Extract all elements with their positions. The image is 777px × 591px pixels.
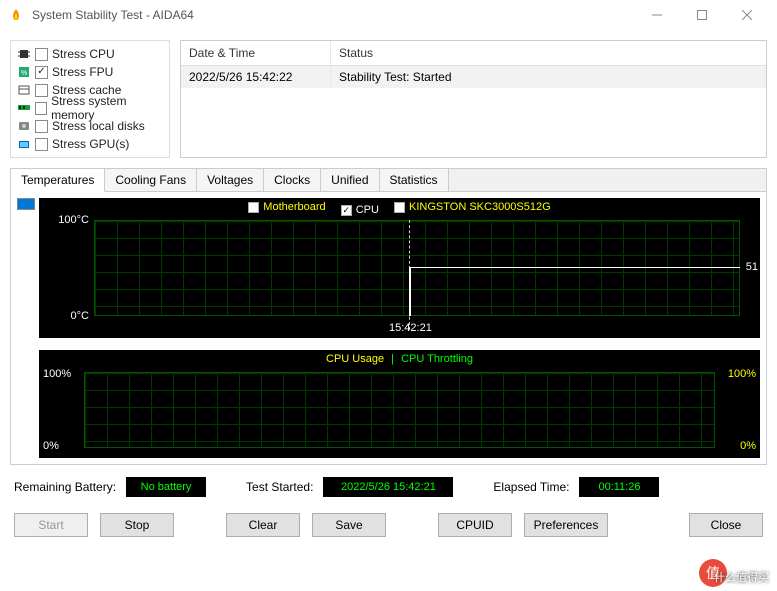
temp-ymin: 0°C bbox=[44, 310, 89, 322]
legend-cpu[interactable]: CPU bbox=[341, 204, 379, 216]
tab-statistics[interactable]: Statistics bbox=[380, 169, 449, 191]
temperature-graph: Motherboard CPU KINGSTON SKC3000S512G 10… bbox=[39, 198, 760, 338]
close-button-action[interactable]: Close bbox=[689, 513, 763, 537]
svg-text:%: % bbox=[21, 70, 27, 77]
battery-label: Remaining Battery: bbox=[14, 480, 116, 494]
usage-grid bbox=[84, 372, 715, 448]
usage-ymin-left: 0% bbox=[43, 440, 59, 452]
log-row[interactable]: 2022/5/26 15:42:22 Stability Test: Start… bbox=[181, 66, 766, 88]
temp-xmark: 15:42:21 bbox=[389, 322, 432, 334]
stress-gpu-option[interactable]: Stress GPU(s) bbox=[17, 135, 163, 153]
stress-disks-option[interactable]: Stress local disks bbox=[17, 117, 163, 135]
legend-ssd[interactable]: KINGSTON SKC3000S512G bbox=[394, 201, 551, 213]
log-cell-status: Stability Test: Started bbox=[331, 66, 766, 88]
maximize-button[interactable] bbox=[679, 0, 724, 30]
log-cell-date: 2022/5/26 15:42:22 bbox=[181, 66, 331, 88]
throttle-ymin-right: 0% bbox=[740, 440, 756, 452]
save-button[interactable]: Save bbox=[312, 513, 386, 537]
stress-cpu-option[interactable]: Stress CPU bbox=[17, 45, 163, 63]
stress-disks-label: Stress local disks bbox=[52, 119, 145, 133]
close-button[interactable] bbox=[724, 0, 769, 30]
sensor-selector bbox=[17, 198, 35, 458]
started-value: 2022/5/26 15:42:21 bbox=[323, 477, 453, 497]
graph-tabs-container: Temperatures Cooling Fans Voltages Clock… bbox=[10, 168, 767, 465]
minimize-button[interactable] bbox=[634, 0, 679, 30]
tab-voltages[interactable]: Voltages bbox=[197, 169, 264, 191]
stress-memory-checkbox[interactable] bbox=[35, 102, 47, 115]
event-log-table: Date & Time Status 2022/5/26 15:42:22 St… bbox=[180, 40, 767, 158]
stress-memory-option[interactable]: Stress system memory bbox=[17, 99, 163, 117]
cpuid-button[interactable]: CPUID bbox=[438, 513, 512, 537]
log-header-status[interactable]: Status bbox=[331, 41, 766, 65]
started-label: Test Started: bbox=[246, 480, 313, 494]
throttle-ymax-right: 100% bbox=[728, 368, 756, 380]
cpu-icon bbox=[17, 47, 31, 61]
tab-clocks[interactable]: Clocks bbox=[264, 169, 321, 191]
stress-options-panel: Stress CPU % Stress FPU Stress cache Str… bbox=[10, 40, 170, 158]
stress-disks-checkbox[interactable] bbox=[35, 120, 48, 133]
fpu-icon: % bbox=[17, 65, 31, 79]
titlebar: System Stability Test - AIDA64 bbox=[0, 0, 777, 30]
status-row: Remaining Battery: No battery Test Start… bbox=[10, 465, 767, 509]
stop-button[interactable]: Stop bbox=[100, 513, 174, 537]
temp-ymax: 100°C bbox=[44, 214, 89, 226]
legend-throttle: CPU Throttling bbox=[401, 353, 473, 365]
button-row: Start Stop Clear Save CPUID Preferences … bbox=[10, 509, 767, 541]
temperature-legend: Motherboard CPU KINGSTON SKC3000S512G bbox=[39, 198, 760, 219]
stress-fpu-label: Stress FPU bbox=[52, 65, 113, 79]
legend-usage: CPU Usage bbox=[326, 353, 384, 365]
cache-icon bbox=[17, 83, 31, 97]
tab-unified[interactable]: Unified bbox=[321, 169, 379, 191]
temperature-grid bbox=[94, 220, 740, 316]
usage-ymax-left: 100% bbox=[43, 368, 71, 380]
memory-icon bbox=[17, 101, 31, 115]
log-header-date[interactable]: Date & Time bbox=[181, 41, 331, 65]
battery-value: No battery bbox=[126, 477, 206, 497]
stress-fpu-checkbox[interactable] bbox=[35, 66, 48, 79]
cpu-temp-rise bbox=[409, 267, 411, 316]
tab-cooling-fans[interactable]: Cooling Fans bbox=[105, 169, 197, 191]
legend-motherboard[interactable]: Motherboard bbox=[248, 201, 325, 213]
stress-memory-label: Stress system memory bbox=[51, 94, 163, 122]
tab-temperatures[interactable]: Temperatures bbox=[11, 169, 105, 192]
gpu-icon bbox=[17, 137, 31, 151]
preferences-button[interactable]: Preferences bbox=[524, 513, 608, 537]
usage-legend: CPU Usage | CPU Throttling bbox=[39, 350, 760, 368]
start-button[interactable]: Start bbox=[14, 513, 88, 537]
disk-icon bbox=[17, 119, 31, 133]
cpu-temp-line bbox=[409, 267, 740, 268]
app-icon bbox=[8, 7, 24, 23]
legend-sep: | bbox=[391, 353, 394, 365]
tabstrip: Temperatures Cooling Fans Voltages Clock… bbox=[11, 169, 766, 191]
window-title: System Stability Test - AIDA64 bbox=[32, 8, 634, 22]
window-controls bbox=[634, 0, 769, 30]
stress-cpu-checkbox[interactable] bbox=[35, 48, 48, 61]
stress-gpu-label: Stress GPU(s) bbox=[52, 137, 129, 151]
elapsed-label: Elapsed Time: bbox=[493, 480, 569, 494]
clear-button[interactable]: Clear bbox=[226, 513, 300, 537]
cpu-temp-value: 51 bbox=[746, 261, 758, 273]
cpu-usage-graph: CPU Usage | CPU Throttling 100% 0% 100% … bbox=[39, 350, 760, 458]
sensor-item[interactable] bbox=[17, 198, 35, 210]
stress-cache-checkbox[interactable] bbox=[35, 84, 48, 97]
stress-cpu-label: Stress CPU bbox=[52, 47, 115, 61]
watermark-text: 什么值得买 bbox=[687, 563, 777, 591]
stress-fpu-option[interactable]: % Stress FPU bbox=[17, 63, 163, 81]
elapsed-value: 00:11:26 bbox=[579, 477, 659, 497]
log-header: Date & Time Status bbox=[181, 41, 766, 66]
stress-gpu-checkbox[interactable] bbox=[35, 138, 48, 151]
